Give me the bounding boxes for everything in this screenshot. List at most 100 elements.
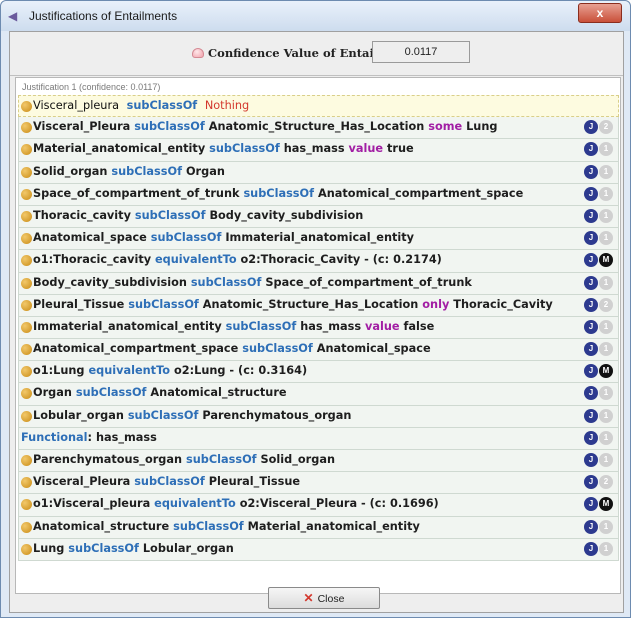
justification-badge-icon[interactable]: J [584, 364, 598, 379]
justification-badge-icon[interactable]: J [584, 253, 598, 268]
justification-badge-icon[interactable]: J [584, 519, 598, 534]
axiom-row[interactable]: Organ subClassOf Anatomical_structure J 1 [18, 383, 619, 406]
axiom-badges: JM [583, 253, 613, 268]
axiom-dot-icon [21, 521, 32, 533]
justification-badge-icon[interactable]: J [584, 386, 598, 401]
count-badge-icon[interactable]: 1 [599, 541, 613, 556]
axiom-term: Immaterial_anatomical_entity [225, 231, 415, 245]
title-bar[interactable]: ◀ Justifications of Entailments x [1, 1, 630, 31]
justification-badge-icon[interactable]: J [584, 453, 598, 467]
axiom-row[interactable]: Space_of_compartment_of_trunk subClassOf… [18, 183, 619, 206]
axiom-dot-icon [21, 122, 32, 134]
axiom-row[interactable]: o1:Lung equivalentTo o2:Lung - (c: 0.316… [18, 361, 619, 384]
mapping-badge-icon[interactable]: M [599, 364, 613, 379]
mapping-badge-icon[interactable]: M [599, 497, 613, 512]
axiom-restriction: value [361, 319, 404, 333]
axiom-keyword: subClassOf [238, 342, 317, 356]
window-icon: ◀ [8, 9, 18, 23]
axiom-row[interactable]: Solid_organ subClassOf Organ J 1 [18, 161, 619, 184]
close-button[interactable]: ✕ Close [268, 587, 380, 609]
axiom-keyword: equivalentTo [84, 364, 174, 378]
justification-badge-icon[interactable]: J [584, 319, 598, 334]
axiom-row[interactable]: o1:Thoracic_cavity equivalentTo o2:Thora… [18, 250, 619, 273]
count-badge-icon[interactable]: 1 [599, 275, 613, 290]
count-badge-icon[interactable]: 1 [599, 319, 613, 334]
axiom-term: : has_mass [87, 430, 157, 444]
justification-list-panel[interactable]: Justification 1 (confidence: 0.0117) Vis… [15, 77, 621, 594]
axiom-row[interactable]: Anatomical_structure subClassOf Material… [18, 516, 619, 539]
axiom-keyword: subClassOf [123, 408, 203, 422]
justification-badge-icon[interactable]: J [584, 475, 598, 490]
axiom-term: Material_anatomical_entity [247, 519, 420, 533]
axiom-row[interactable]: Anatomical_compartment_space subClassOf … [18, 339, 619, 362]
justification-badge-icon[interactable]: J [584, 164, 598, 179]
count-badge-icon[interactable]: 1 [599, 186, 613, 201]
justification-badge-icon[interactable]: J [584, 208, 598, 223]
axiom-term: Visceral_Pleura [33, 475, 131, 489]
justification-badge-icon[interactable]: J [584, 142, 598, 157]
axiom-row[interactable]: Pleural_Tissue subClassOf Anatomic_Struc… [18, 294, 619, 317]
count-badge-icon[interactable]: 1 [599, 430, 613, 445]
axiom-row[interactable]: Lobular_organ subClassOf Parenchymatous_… [18, 405, 619, 428]
window-close-button[interactable]: x [578, 3, 622, 23]
count-badge-icon[interactable]: 1 [599, 386, 613, 401]
count-badge-icon[interactable]: 2 [599, 475, 613, 490]
count-badge-icon[interactable]: 1 [599, 342, 613, 357]
justifications-dialog: ◀ Justifications of Entailments x Confid… [0, 0, 631, 618]
count-badge-icon[interactable]: 1 [599, 453, 613, 467]
justification-badge-icon[interactable]: J [584, 342, 598, 357]
axiom-term: o1:Thoracic_cavity [33, 253, 152, 267]
axiom-badges: J1 [583, 186, 613, 202]
axiom-row[interactable]: Body_cavity_subdivision subClassOf Space… [18, 272, 619, 295]
justification-badge-icon[interactable]: J [584, 497, 598, 512]
axiom-dot-icon [21, 477, 32, 489]
axiom-row[interactable]: Immaterial_anatomical_entity subClassOf … [18, 316, 619, 340]
count-badge-icon[interactable]: 1 [599, 208, 613, 223]
count-badge-icon[interactable]: 2 [599, 297, 613, 312]
axiom-term: Anatomic_Structure_Has_Location [208, 120, 425, 134]
axiom-term: Anatomical_compartment_space [318, 186, 524, 200]
justification-badge-icon[interactable]: J [584, 541, 598, 556]
axiom-row[interactable]: Visceral_Pleura subClassOf Anatomic_Stru… [18, 117, 619, 140]
axiom-keyword: subClassOf [205, 142, 284, 156]
count-badge-icon[interactable]: 2 [599, 120, 613, 135]
axiom-dot-icon [21, 101, 32, 112]
justification-badge-icon[interactable]: J [584, 297, 598, 312]
justification-badge-icon[interactable]: J [584, 275, 598, 290]
axiom-term: Visceral_Pleura [33, 120, 131, 134]
confidence-value-field[interactable]: 0.0117 [372, 41, 470, 63]
axiom-badges: J1 [583, 208, 613, 224]
count-badge-icon[interactable]: 1 [599, 408, 613, 423]
confidence-bar: Confidence Value of Entailment: 0.0117 [10, 32, 623, 76]
axiom-row[interactable]: Material_anatomical_entity subClassOf ha… [18, 139, 619, 162]
axiom-row[interactable]: Functional: has_mass J 1 [18, 427, 619, 450]
axiom-row[interactable]: Parenchymatous_organ subClassOf Solid_or… [18, 450, 619, 473]
mapping-badge-icon[interactable]: M [599, 253, 613, 268]
justification-badge-icon[interactable]: J [584, 408, 598, 423]
axiom-row[interactable]: Lung subClassOf Lobular_organ J 1 [18, 538, 619, 561]
axiom-badges: J1 [583, 142, 613, 157]
axiom-term: Material_anatomical_entity [33, 142, 206, 156]
axiom-row[interactable]: Thoracic_cavity subClassOf Body_cavity_s… [18, 205, 619, 229]
window-title: Justifications of Entailments [29, 9, 178, 23]
axiom-term: Body_cavity_subdivision [33, 275, 187, 289]
axiom-badges: J1 [583, 275, 613, 291]
justification-badge-icon[interactable]: J [584, 120, 598, 135]
axiom-row[interactable]: Visceral_Pleura subClassOf Pleural_Tissu… [18, 472, 619, 495]
axiom-badges: J1 [583, 231, 613, 246]
count-badge-icon[interactable]: 1 [599, 142, 613, 157]
count-badge-icon[interactable]: 1 [599, 231, 613, 246]
axiom-row[interactable]: o1:Visceral_pleura equivalentTo o2:Visce… [18, 494, 619, 517]
entailment-row[interactable]: Visceral_pleura subClassOf Nothing [18, 95, 619, 118]
justification-badge-icon[interactable]: J [584, 430, 598, 445]
axiom-term: Lobular_organ [142, 541, 234, 555]
axiom-term: Anatomical_space [316, 342, 431, 356]
count-badge-icon[interactable]: 1 [599, 164, 613, 179]
axiom-row[interactable]: Anatomical_space subClassOf Immaterial_a… [18, 228, 619, 251]
justification-badge-icon[interactable]: J [584, 231, 598, 246]
axiom-term: Organ [185, 164, 225, 178]
justification-badge-icon[interactable]: J [584, 186, 598, 201]
axiom-term: true [387, 142, 414, 156]
axiom-term: Lung [33, 541, 65, 555]
count-badge-icon[interactable]: 1 [599, 519, 613, 534]
